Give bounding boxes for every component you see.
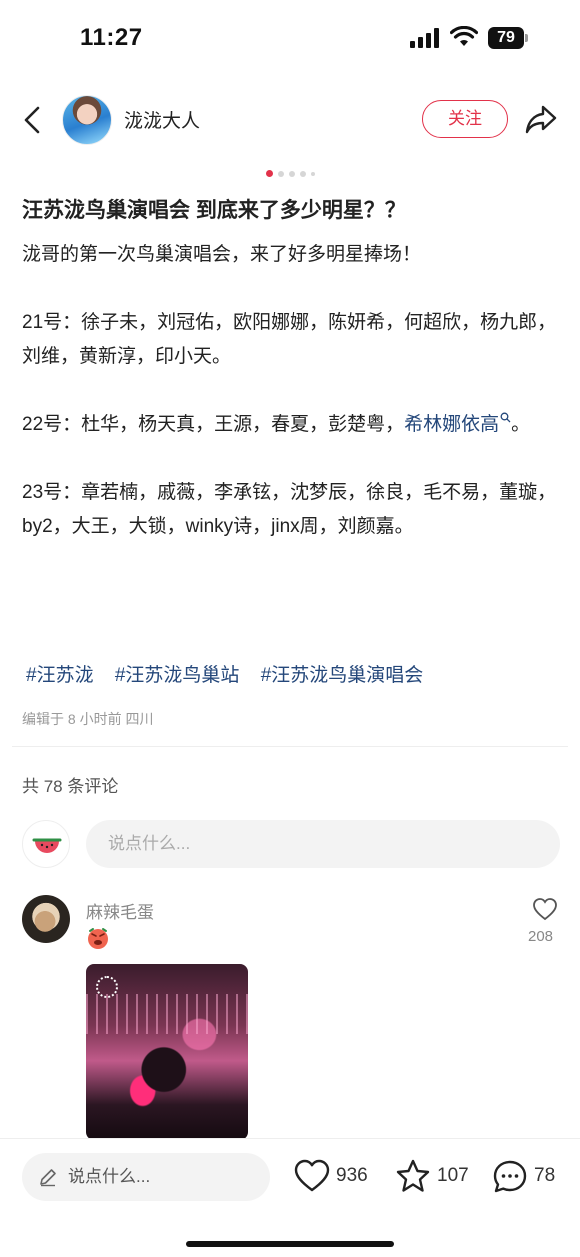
comment-image[interactable] (86, 964, 248, 1140)
home-indicator (186, 1241, 394, 1247)
post-body: 泷哥的第一次鸟巢演唱会，来了好多明星捧场！ 21号：徐子未，刘冠佑，欧阳娜娜，陈… (22, 238, 562, 544)
carousel-dot (288, 170, 295, 177)
tag-link[interactable]: #汪苏泷 (26, 665, 94, 686)
like-button[interactable]: 936 (294, 1157, 374, 1197)
comment-input[interactable]: 说点什么... (86, 820, 560, 868)
cellular-signal-icon (410, 28, 439, 48)
comment-button[interactable]: 78 (492, 1157, 562, 1197)
post-meta: 编辑于 8 小时前 四川 (22, 711, 154, 727)
like-count: 936 (336, 1165, 368, 1186)
comment-count: 共 78 条评论 (22, 777, 119, 796)
share-icon[interactable] (524, 102, 558, 136)
live-photo-icon (96, 976, 118, 998)
watermelon-icon (32, 838, 62, 853)
comment-bubble-icon (493, 1160, 527, 1193)
status-time: 11:27 (80, 24, 143, 51)
comment-like-icon[interactable] (532, 897, 558, 921)
wifi-icon (450, 26, 478, 46)
post-tags: #汪苏泷 #汪苏泷鸟巢站 #汪苏泷鸟巢演唱会 (26, 660, 566, 687)
star-icon (396, 1159, 430, 1192)
bottom-input-placeholder: 说点什么... (68, 1167, 151, 1186)
post-header: 泷泷大人 关注 (0, 90, 580, 150)
author-name[interactable]: 泷泷大人 (124, 106, 200, 133)
carousel-dot (277, 170, 284, 177)
tag-link[interactable]: #汪苏泷鸟巢演唱会 (261, 665, 424, 686)
status-bar: 11:27 79 (0, 0, 580, 80)
image-carousel-indicator (0, 170, 580, 180)
collect-count: 107 (437, 1165, 469, 1186)
post-day22-suffix: 。 (511, 414, 531, 435)
battery-icon: 79 (488, 27, 528, 49)
search-link-text[interactable]: 希林娜依高 (404, 414, 499, 435)
heart-icon (294, 1159, 330, 1192)
post-day21: 21号：徐子未，刘冠佑，欧阳娜娜，陈妍希，何超欣，杨九郎，刘维，黄新淳，印小天。 (22, 312, 557, 367)
bottom-comment-input[interactable]: 说点什么... (22, 1153, 270, 1201)
follow-button[interactable]: 关注 (422, 100, 508, 138)
commenter-name[interactable]: 麻辣毛蛋 (86, 898, 154, 923)
post-day22: 22号：杜华，杨天真，王源，春夏，彭楚粤，希林娜依高。 (22, 408, 562, 442)
post-day22-prefix: 22号：杜华，杨天真，王源，春夏，彭楚粤， (22, 414, 405, 435)
carousel-dot (310, 171, 315, 176)
carousel-dot (299, 170, 306, 177)
collect-button[interactable]: 107 (395, 1157, 475, 1197)
search-link[interactable]: 希林娜依高 (404, 412, 511, 435)
back-arrow-icon[interactable] (18, 102, 48, 138)
comment-like-count: 208 (528, 928, 554, 945)
my-avatar (22, 820, 70, 868)
carousel-dot-active (265, 170, 273, 177)
post-title: 汪苏泷鸟巢演唱会 到底来了多少明星？？ (22, 199, 406, 222)
commenter-avatar[interactable] (22, 895, 70, 943)
post-day23: 23号：章若楠，戚薇，李承铉，沈梦辰，徐良，毛不易，董璇，by2，大王，大锁，w… (22, 482, 557, 537)
tag-link[interactable]: #汪苏泷鸟巢站 (115, 665, 240, 686)
author-avatar[interactable] (62, 95, 112, 145)
search-icon (500, 412, 511, 423)
battery-level: 79 (488, 27, 524, 49)
angry-face-emoji-icon (88, 928, 108, 949)
pencil-icon (40, 1169, 56, 1187)
post-intro: 泷哥的第一次鸟巢演唱会，来了好多明星捧场！ (22, 244, 422, 265)
comment-total: 78 (534, 1165, 556, 1186)
bottom-action-bar: 说点什么... 936 107 78 (0, 1138, 580, 1257)
divider (12, 746, 568, 747)
